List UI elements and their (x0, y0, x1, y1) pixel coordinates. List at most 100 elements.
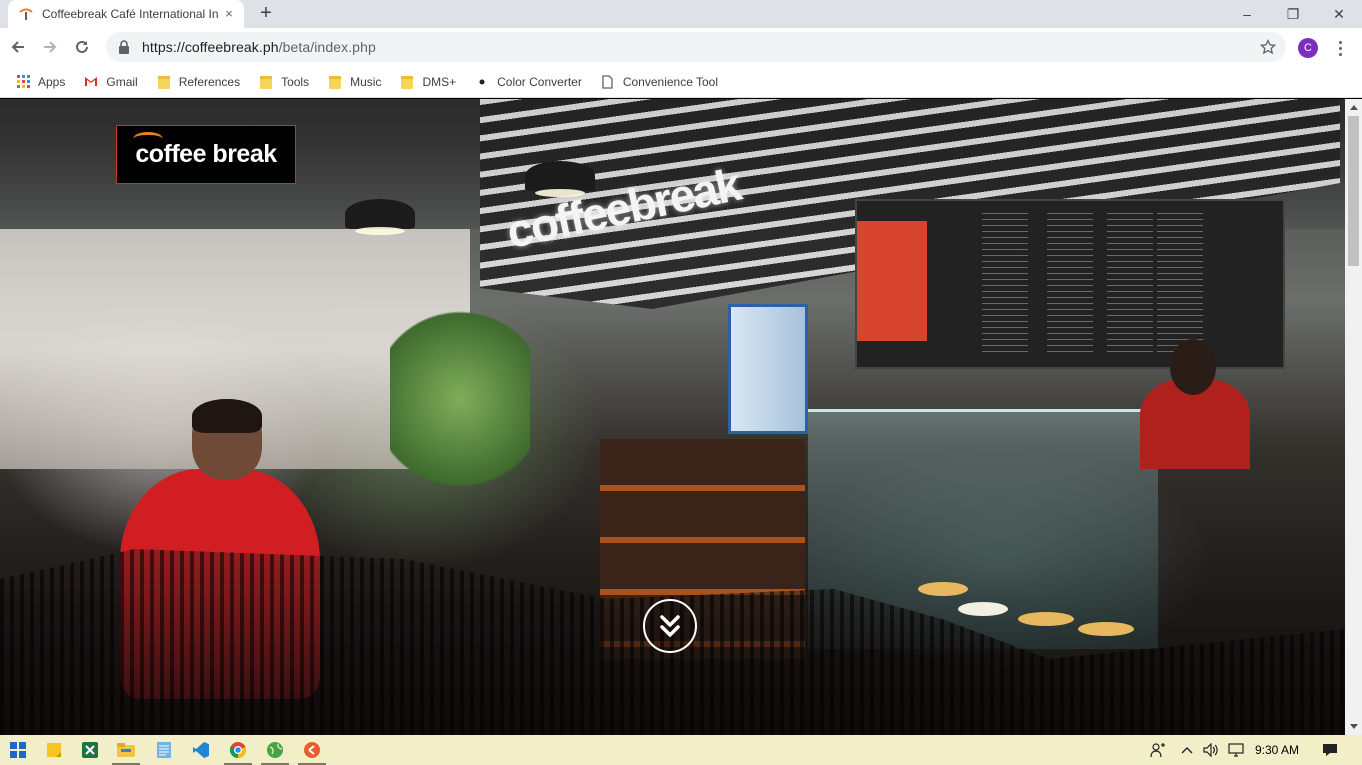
vscode-icon (193, 742, 209, 758)
menu-column (982, 213, 1028, 353)
taskbar-sticky-notes[interactable] (36, 735, 72, 765)
bookmark-label: Apps (38, 74, 66, 89)
menu-column (1157, 213, 1203, 353)
taskbar-notepad[interactable] (146, 735, 182, 765)
bookmark-music[interactable]: Music (322, 70, 387, 94)
windows-start-icon (10, 742, 26, 758)
tray-overflow[interactable] (1178, 735, 1196, 765)
tab-close-icon[interactable]: × (222, 7, 236, 21)
notepad-icon (157, 742, 171, 758)
taskbar-excel[interactable] (72, 735, 108, 765)
logo-swoosh-icon (133, 132, 164, 146)
gmail-icon (84, 75, 98, 89)
double-chevron-down-icon (660, 615, 680, 637)
logo-text: coffee break (133, 132, 277, 169)
plants (390, 299, 530, 499)
system-clock[interactable]: 9:30 AM (1255, 743, 1299, 757)
media-icon (304, 742, 320, 758)
tab-title: Coffeebreak Café International In (42, 7, 218, 21)
bookmark-convenience-tool[interactable]: Convenience Tool (595, 70, 724, 94)
taskbar-globe[interactable] (257, 735, 293, 765)
back-arrow-icon (11, 41, 24, 53)
chevron-up-icon (1181, 747, 1193, 754)
taskbar-file-explorer[interactable] (108, 735, 144, 765)
scroll-up-arrow-icon[interactable] (1345, 99, 1362, 116)
chrome-menu-icon[interactable] (1332, 38, 1348, 58)
folder-icon (259, 75, 273, 89)
scrollbar-thumb[interactable] (1348, 116, 1359, 266)
sticky-notes-icon (47, 743, 61, 757)
bookmarks-bar: Apps Gmail References Tools Music DMS+ C… (0, 66, 1362, 98)
taskbar-vscode[interactable] (183, 735, 219, 765)
tray-volume[interactable] (1201, 735, 1221, 765)
menu-column (1047, 213, 1093, 353)
tab-strip: Coffeebreak Café International In × + – … (0, 0, 1362, 28)
bookmark-star-icon[interactable] (1259, 38, 1277, 55)
reload-button[interactable] (72, 37, 92, 57)
speaker-icon (1203, 743, 1218, 757)
tray-action-center[interactable] (1318, 735, 1342, 765)
bookmark-tools[interactable]: Tools (253, 70, 315, 94)
forward-button[interactable] (40, 37, 60, 57)
bookmark-color-converter[interactable]: Color Converter (469, 70, 588, 94)
notification-icon (1323, 744, 1337, 756)
scroll-down-button[interactable] (643, 599, 697, 653)
close-window-button[interactable]: ✕ (1316, 0, 1362, 28)
folder-icon (400, 75, 414, 89)
folder-icon (157, 75, 171, 89)
url-text: https://coffeebreak.ph/beta/index.php (142, 39, 376, 55)
page-scrollbar[interactable] (1345, 99, 1362, 735)
tray-people[interactable] (1148, 735, 1168, 765)
dot-icon (475, 75, 489, 89)
forward-arrow-icon (44, 41, 57, 53)
globe-icon (267, 742, 283, 758)
profile-avatar[interactable]: C (1298, 38, 1318, 58)
cake (918, 582, 968, 596)
folder-icon (328, 75, 342, 89)
bookmark-label: DMS+ (422, 74, 457, 89)
address-bar[interactable]: https://coffeebreak.ph/beta/index.php (106, 32, 1286, 62)
bookmark-gmail[interactable]: Gmail (78, 70, 143, 94)
restore-button[interactable]: ❐ (1270, 0, 1316, 28)
taskbar-chrome[interactable] (220, 735, 256, 765)
page-viewport: coffeebreak coffee break (0, 99, 1345, 735)
people-icon (1150, 743, 1165, 758)
bookmark-label: Music (350, 74, 382, 89)
lock-icon (116, 39, 132, 55)
bookmark-label: Tools (281, 74, 310, 89)
start-button[interactable] (0, 735, 36, 765)
coffeebreak-favicon-icon (18, 6, 34, 22)
network-icon (1228, 743, 1244, 757)
menu-board-poster (857, 221, 927, 341)
menu-column (1107, 213, 1153, 353)
scroll-down-arrow-icon[interactable] (1345, 718, 1362, 735)
taskbar-media[interactable] (294, 735, 330, 765)
tray-network[interactable] (1226, 735, 1246, 765)
bookmark-dms[interactable]: DMS+ (394, 70, 462, 94)
url-host: https://coffeebreak.ph (142, 39, 279, 55)
page-icon (601, 74, 615, 89)
bookmark-apps[interactable]: Apps (10, 70, 71, 94)
bookmark-references[interactable]: References (151, 70, 246, 94)
excel-icon (82, 742, 98, 758)
chrome-icon (230, 742, 246, 758)
file-explorer-icon (117, 743, 135, 757)
cake (958, 602, 1008, 616)
bookmark-label: Gmail (106, 74, 138, 89)
barista (1140, 339, 1250, 469)
coffeebreak-logo[interactable]: coffee break (116, 125, 296, 184)
pendant-lamp (345, 199, 415, 235)
windows-taskbar: 9:30 AM (0, 735, 1362, 765)
pendant-lamp (525, 161, 595, 197)
back-button[interactable] (8, 37, 28, 57)
drinks-fridge (728, 304, 808, 434)
bookmark-label: Convenience Tool (622, 74, 719, 89)
cake (1018, 612, 1074, 626)
bookmark-label: References (178, 74, 241, 89)
apps-grid-icon (16, 75, 30, 89)
cake (1078, 622, 1134, 636)
minimize-button[interactable]: – (1224, 0, 1270, 28)
new-tab-button[interactable]: + (256, 3, 276, 24)
bookmark-label: Color Converter (497, 74, 582, 89)
browser-tab[interactable]: Coffeebreak Café International In × (8, 0, 244, 28)
